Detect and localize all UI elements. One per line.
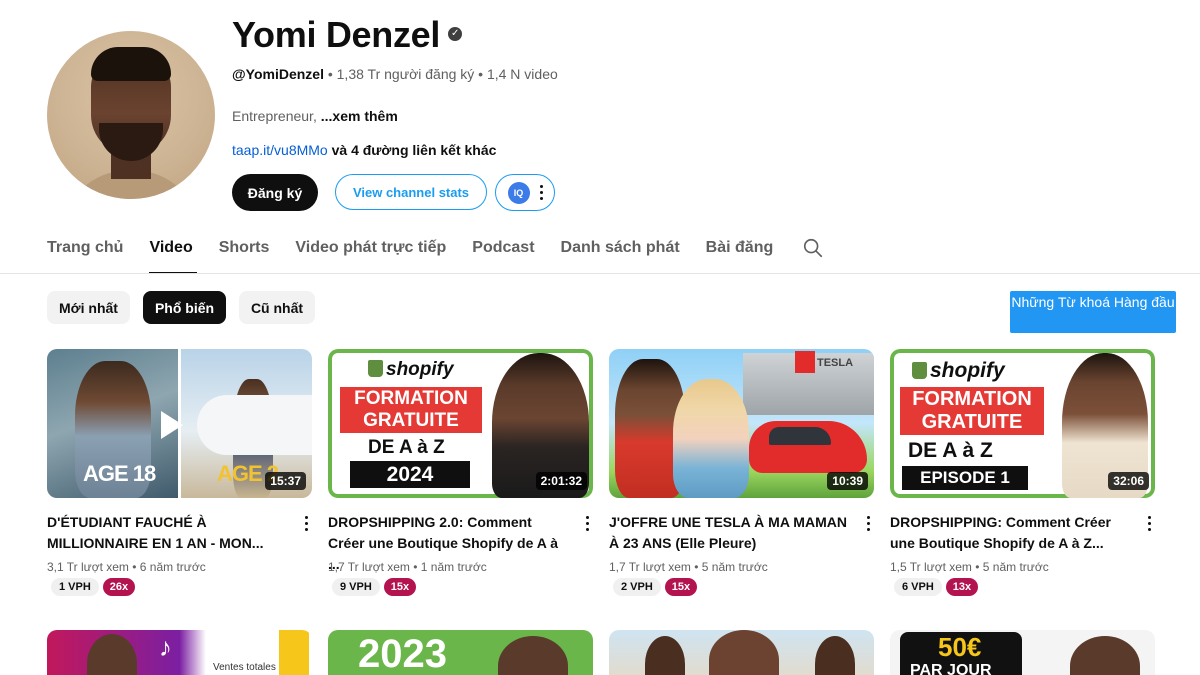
thumb-text: shopify	[368, 359, 454, 381]
multiplier-badge: 26x	[102, 578, 136, 596]
thumb-banner: FORMATION GRATUITE	[900, 387, 1044, 435]
video-stats: 1,5 Tr lượt xem • 5 năm trước	[890, 560, 1049, 574]
channel-name: Yomi Denzel ✓	[232, 14, 463, 56]
tab-live[interactable]: Video phát trực tiếp	[295, 230, 446, 274]
video-duration: 32:06	[1108, 472, 1149, 490]
iq-extension-button[interactable]: IQ	[495, 174, 555, 211]
thumb-text: shopify	[912, 359, 1005, 383]
video-badges: 1 VPH 26x	[51, 578, 136, 596]
view-channel-stats-button[interactable]: View channel stats	[335, 174, 487, 210]
chip-oldest[interactable]: Cũ nhất	[239, 291, 315, 324]
channel-links: taap.it/vu8MMo và 4 đường liên kết khác	[232, 142, 496, 158]
verified-icon: ✓	[448, 27, 463, 42]
multiplier-badge: 13x	[945, 578, 979, 596]
channel-avatar	[47, 31, 215, 199]
thumb-text: Ventes totales	[213, 662, 276, 673]
tab-shorts[interactable]: Shorts	[219, 230, 270, 274]
video-duration: 2:01:32	[535, 472, 587, 490]
video-thumbnail[interactable]: AGE 18 AGE 2 15:37	[47, 349, 312, 498]
video-thumbnail[interactable]: shopify FORMATION GRATUITE DE A à Z 2024…	[328, 349, 593, 498]
chip-popular[interactable]: Phổ biến	[143, 291, 226, 324]
description-text: Entrepreneur,	[232, 108, 321, 124]
video-title[interactable]: D'ÉTUDIANT FAUCHÉ À MILLIONNAIRE EN 1 AN…	[47, 512, 287, 554]
video-title[interactable]: J'OFFRE UNE TESLA À MA MAMAN À 23 ANS (E…	[609, 512, 849, 554]
video-duration: 15:37	[265, 472, 306, 490]
vph-badge: 1 VPH	[51, 578, 99, 596]
tabs-divider	[0, 273, 1200, 274]
search-icon[interactable]	[802, 237, 824, 259]
video-card[interactable]: shopify FORMATION GRATUITE DE A à Z 2024…	[328, 349, 593, 596]
subscribe-button[interactable]: Đăng ký	[232, 174, 318, 211]
video-stats: 3,1 Tr lượt xem • 6 năm trước	[47, 560, 206, 574]
channel-stats: • 1,38 Tr người đăng ký • 1,4 N video	[323, 66, 558, 82]
arrow-icon	[161, 411, 183, 439]
shopify-bag-icon	[368, 360, 383, 377]
chip-latest[interactable]: Mới nhất	[47, 291, 130, 324]
shopify-bag-icon	[912, 362, 927, 379]
more-vert-icon[interactable]	[1148, 516, 1151, 531]
thumb-text: 2024	[350, 461, 470, 488]
tab-podcasts[interactable]: Podcast	[472, 230, 534, 274]
video-thumbnail[interactable]	[609, 630, 874, 675]
tab-videos[interactable]: Video	[149, 230, 198, 274]
multiplier-badge: 15x	[383, 578, 417, 596]
video-thumbnail[interactable]: 50€ PAR JOUR	[890, 630, 1155, 675]
video-thumbnail[interactable]: TESLA 10:39	[609, 349, 874, 498]
channel-tabs: Trang chủ Video Shorts Video phát trực t…	[47, 230, 799, 274]
thumb-text: 2023	[358, 632, 447, 675]
tiktok-icon: ♪	[159, 632, 172, 662]
vph-badge: 6 VPH	[894, 578, 942, 596]
video-stats: 1,7 Tr lượt xem • 5 năm trước	[609, 560, 768, 574]
video-card[interactable]: TESLA 10:39 J'OFFRE UNE TESLA À MA MAMAN…	[609, 349, 874, 596]
top-keywords-button[interactable]: Những Từ khoá Hàng đầu	[1010, 291, 1176, 333]
thumb-text: PAR JOUR	[910, 662, 992, 675]
video-title[interactable]: DROPSHIPPING: Comment Créer une Boutique…	[890, 512, 1130, 554]
thumb-text: 50€	[938, 632, 982, 662]
channel-handle: @YomiDenzel	[232, 66, 324, 82]
channel-description[interactable]: Entrepreneur, ...xem thêm	[232, 108, 398, 124]
vph-badge: 2 VPH	[613, 578, 661, 596]
more-vert-icon[interactable]	[305, 516, 308, 531]
tab-playlists[interactable]: Danh sách phát	[561, 230, 680, 274]
multiplier-badge: 15x	[664, 578, 698, 596]
video-badges: 6 VPH 13x	[894, 578, 979, 596]
vph-badge: 9 VPH	[332, 578, 380, 596]
tab-home[interactable]: Trang chủ	[47, 230, 123, 274]
thumb-text: AGE 18	[83, 461, 156, 486]
video-card[interactable]: AGE 18 AGE 2 15:37 D'ÉTUDIANT FAUCHÉ À M…	[47, 349, 312, 596]
video-badges: 2 VPH 15x	[613, 578, 698, 596]
tab-posts[interactable]: Bài đăng	[706, 230, 774, 274]
video-card[interactable]: shopify FORMATION GRATUITE DE A à Z EPIS…	[890, 349, 1155, 596]
thumb-text: DE A à Z	[908, 439, 993, 462]
more-vert-icon[interactable]	[586, 516, 589, 531]
video-duration: 10:39	[827, 472, 868, 490]
video-thumbnail[interactable]: shopify FORMATION GRATUITE DE A à Z EPIS…	[890, 349, 1155, 498]
thumb-text: TESLA	[817, 357, 854, 369]
video-thumbnail[interactable]: ♪ Ventes totales	[47, 630, 312, 675]
video-badges: 9 VPH 15x	[332, 578, 417, 596]
thumb-text: EPISODE 1	[902, 466, 1028, 490]
video-thumbnail[interactable]: 2023	[328, 630, 593, 675]
channel-name-text: Yomi Denzel	[232, 14, 441, 55]
show-more-link[interactable]: ...xem thêm	[321, 108, 398, 124]
channel-meta: @YomiDenzel • 1,38 Tr người đăng ký • 1,…	[232, 66, 558, 82]
more-vert-icon[interactable]	[539, 185, 543, 200]
more-vert-icon[interactable]	[867, 516, 870, 531]
video-stats: 1,7 Tr lượt xem • 1 năm trước	[328, 560, 487, 574]
more-links[interactable]: và 4 đường liên kết khác	[328, 142, 497, 158]
thumb-text: DE A à Z	[368, 437, 445, 458]
thumb-banner: FORMATION GRATUITE	[340, 387, 482, 433]
iq-logo-icon: IQ	[507, 181, 530, 204]
channel-link[interactable]: taap.it/vu8MMo	[232, 142, 328, 158]
